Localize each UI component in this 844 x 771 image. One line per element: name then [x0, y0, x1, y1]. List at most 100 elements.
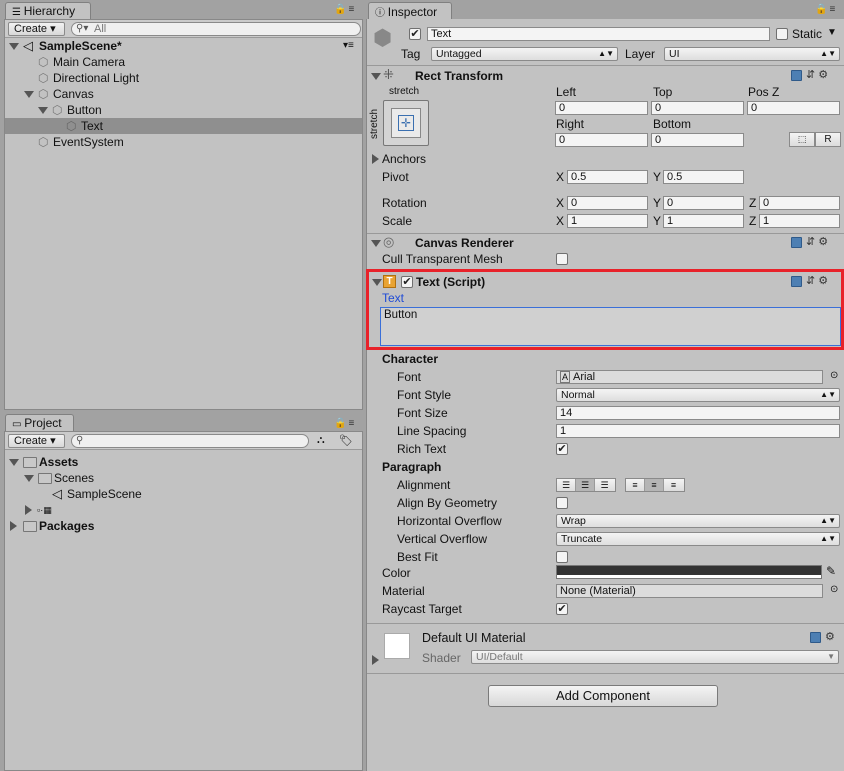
align-middle-icon[interactable]: ≡ [645, 479, 664, 491]
right-field[interactable]: 0 [555, 133, 648, 147]
expand-triangle-icon[interactable] [9, 43, 19, 50]
scale-z-label: Z [749, 214, 757, 228]
hierarchy-item-main-camera[interactable]: ⬡ Main Camera [5, 54, 362, 70]
object-picker-icon[interactable]: ⊙ [830, 370, 838, 381]
object-name-field[interactable]: Text [427, 27, 770, 41]
paragraph-section-label: Paragraph [382, 460, 442, 474]
hierarchy-lock-menu-icon[interactable]: 🔒≡ [334, 4, 356, 15]
pivot-x-field[interactable]: 0.5 [567, 170, 648, 184]
rich-text-checkbox[interactable]: ✔ [556, 443, 568, 455]
tag-dropdown[interactable]: Untagged ▲▼ [431, 47, 618, 61]
foldout-triangle-icon[interactable] [371, 240, 381, 247]
anchors-label[interactable]: Anchors [382, 152, 426, 166]
project-lock-menu-icon[interactable]: 🔒≡ [334, 418, 356, 429]
material-field[interactable]: None (Material) [556, 584, 823, 598]
shader-dropdown[interactable]: UI/Default ▼ [471, 650, 839, 664]
material-header-icons[interactable]: ⚙ [810, 630, 835, 643]
rotation-z-field[interactable]: 0 [759, 196, 840, 210]
project-item-unnamed[interactable]: ▫·▦ [5, 502, 362, 518]
bottom-field[interactable]: 0 [651, 133, 744, 147]
component-header-icons[interactable]: ⇵ ⚙ [791, 68, 828, 81]
scale-y-field[interactable]: 1 [663, 214, 744, 228]
project-item-samplescene[interactable]: ◁ SampleScene [5, 486, 362, 502]
blueprint-mode-button[interactable]: ⬚ [789, 132, 815, 147]
component-header-icons[interactable]: ⇵ ⚙ [791, 274, 828, 287]
collapse-triangle-icon[interactable] [10, 521, 17, 531]
expand-triangle-icon[interactable] [38, 107, 48, 114]
best-fit-checkbox[interactable] [556, 551, 568, 563]
hierarchy-search-input[interactable]: ⚲▾ All [71, 22, 361, 36]
hierarchy-item-canvas[interactable]: ⬡ Canvas [5, 86, 362, 102]
gameobject-cube-icon: ⬡ [38, 135, 49, 149]
font-field[interactable]: A Arial [556, 370, 823, 384]
left-field[interactable]: 0 [555, 101, 648, 115]
help-book-icon[interactable] [791, 275, 802, 287]
object-picker-icon[interactable]: ⊙ [830, 584, 838, 595]
horizontal-overflow-dropdown[interactable]: Wrap ▲▼ [556, 514, 840, 528]
scene-menu-icon[interactable]: ▾≡ [343, 38, 354, 54]
scale-x-field[interactable]: 1 [567, 214, 648, 228]
scale-z-field[interactable]: 1 [759, 214, 840, 228]
project-item-assets[interactable]: Assets [5, 454, 362, 470]
rotation-y-field[interactable]: 0 [663, 196, 744, 210]
vertical-overflow-dropdown[interactable]: Truncate ▲▼ [556, 532, 840, 546]
hierarchy-create-button[interactable]: Create ▾ [8, 22, 65, 36]
align-left-icon[interactable]: ☰ [557, 479, 576, 491]
filter-by-label-icon[interactable]: 🏷 [339, 434, 353, 447]
anchor-preset-button[interactable]: ✛ [383, 100, 429, 146]
project-item-packages[interactable]: Packages [5, 518, 362, 534]
foldout-triangle-icon[interactable] [371, 73, 381, 80]
expand-triangle-icon[interactable] [9, 459, 19, 466]
hierarchy-item-text[interactable]: ⬡ Text [5, 118, 362, 134]
expand-triangle-icon[interactable] [24, 91, 34, 98]
component-header-icons[interactable]: ⇵ ⚙ [791, 235, 828, 248]
color-swatch[interactable] [556, 565, 822, 579]
project-item-scenes[interactable]: Scenes [5, 470, 362, 486]
active-checkbox[interactable]: ✔ [409, 28, 421, 40]
layer-dropdown[interactable]: UI ▲▼ [664, 47, 840, 61]
eyedropper-icon[interactable]: ✎ [826, 564, 836, 578]
inspector-lock-menu-icon[interactable]: 🔒≡ [815, 4, 837, 15]
align-by-geometry-checkbox[interactable] [556, 497, 568, 509]
text-value-area[interactable]: Button [380, 307, 841, 346]
top-field[interactable]: 0 [651, 101, 744, 115]
font-style-dropdown[interactable]: Normal ▲▼ [556, 388, 840, 402]
rotation-x-field[interactable]: 0 [567, 196, 648, 210]
hierarchy-item-directional-light[interactable]: ⬡ Directional Light [5, 70, 362, 86]
material-label: Material [382, 584, 425, 598]
hierarchy-item-eventsystem[interactable]: ⬡ EventSystem [5, 134, 362, 150]
text-enabled-checkbox[interactable]: ✔ [401, 276, 413, 288]
help-book-icon[interactable] [791, 236, 802, 248]
collapse-triangle-icon[interactable] [25, 505, 32, 515]
scene-row[interactable]: ◁ SampleScene* ▾≡ [5, 38, 362, 54]
align-top-icon[interactable]: ≡ [626, 479, 645, 491]
filter-by-type-icon[interactable]: ⛬ [317, 434, 325, 447]
add-component-button[interactable]: Add Component [488, 685, 718, 707]
tag-label: Tag [401, 47, 421, 61]
line-spacing-field[interactable]: 1 [556, 424, 840, 438]
scale-x-label: X [556, 214, 565, 228]
expand-triangle-icon[interactable] [24, 475, 34, 482]
foldout-triangle-icon[interactable] [372, 279, 382, 286]
posz-field[interactable]: 0 [747, 101, 840, 115]
raycast-target-checkbox[interactable]: ✔ [556, 603, 568, 615]
align-right-icon[interactable]: ☰ [595, 479, 614, 491]
align-bottom-icon[interactable]: ≡ [664, 479, 683, 491]
raw-edit-button[interactable]: R [815, 132, 841, 147]
hierarchy-tab[interactable]: ☰ Hierarchy [5, 2, 91, 19]
hierarchy-item-button[interactable]: ⬡ Button [5, 102, 362, 118]
inspector-tab[interactable]: ⓘ Inspector [368, 2, 452, 19]
font-size-field[interactable]: 14 [556, 406, 840, 420]
pivot-y-field[interactable]: 0.5 [663, 170, 744, 184]
align-center-icon[interactable]: ☰ [576, 479, 595, 491]
static-checkbox[interactable] [776, 28, 788, 40]
help-book-icon[interactable] [791, 69, 802, 81]
foldout-triangle-icon[interactable] [372, 655, 379, 665]
project-tab[interactable]: ▭ Project [5, 414, 74, 431]
foldout-triangle-icon[interactable] [372, 154, 379, 164]
help-book-icon[interactable] [810, 631, 821, 643]
project-create-button[interactable]: Create ▾ [8, 434, 65, 448]
project-search-input[interactable]: ⚲ [71, 434, 309, 448]
cull-transparent-mesh-checkbox[interactable] [556, 253, 568, 265]
static-dropdown-icon[interactable]: ▼ [827, 27, 837, 38]
